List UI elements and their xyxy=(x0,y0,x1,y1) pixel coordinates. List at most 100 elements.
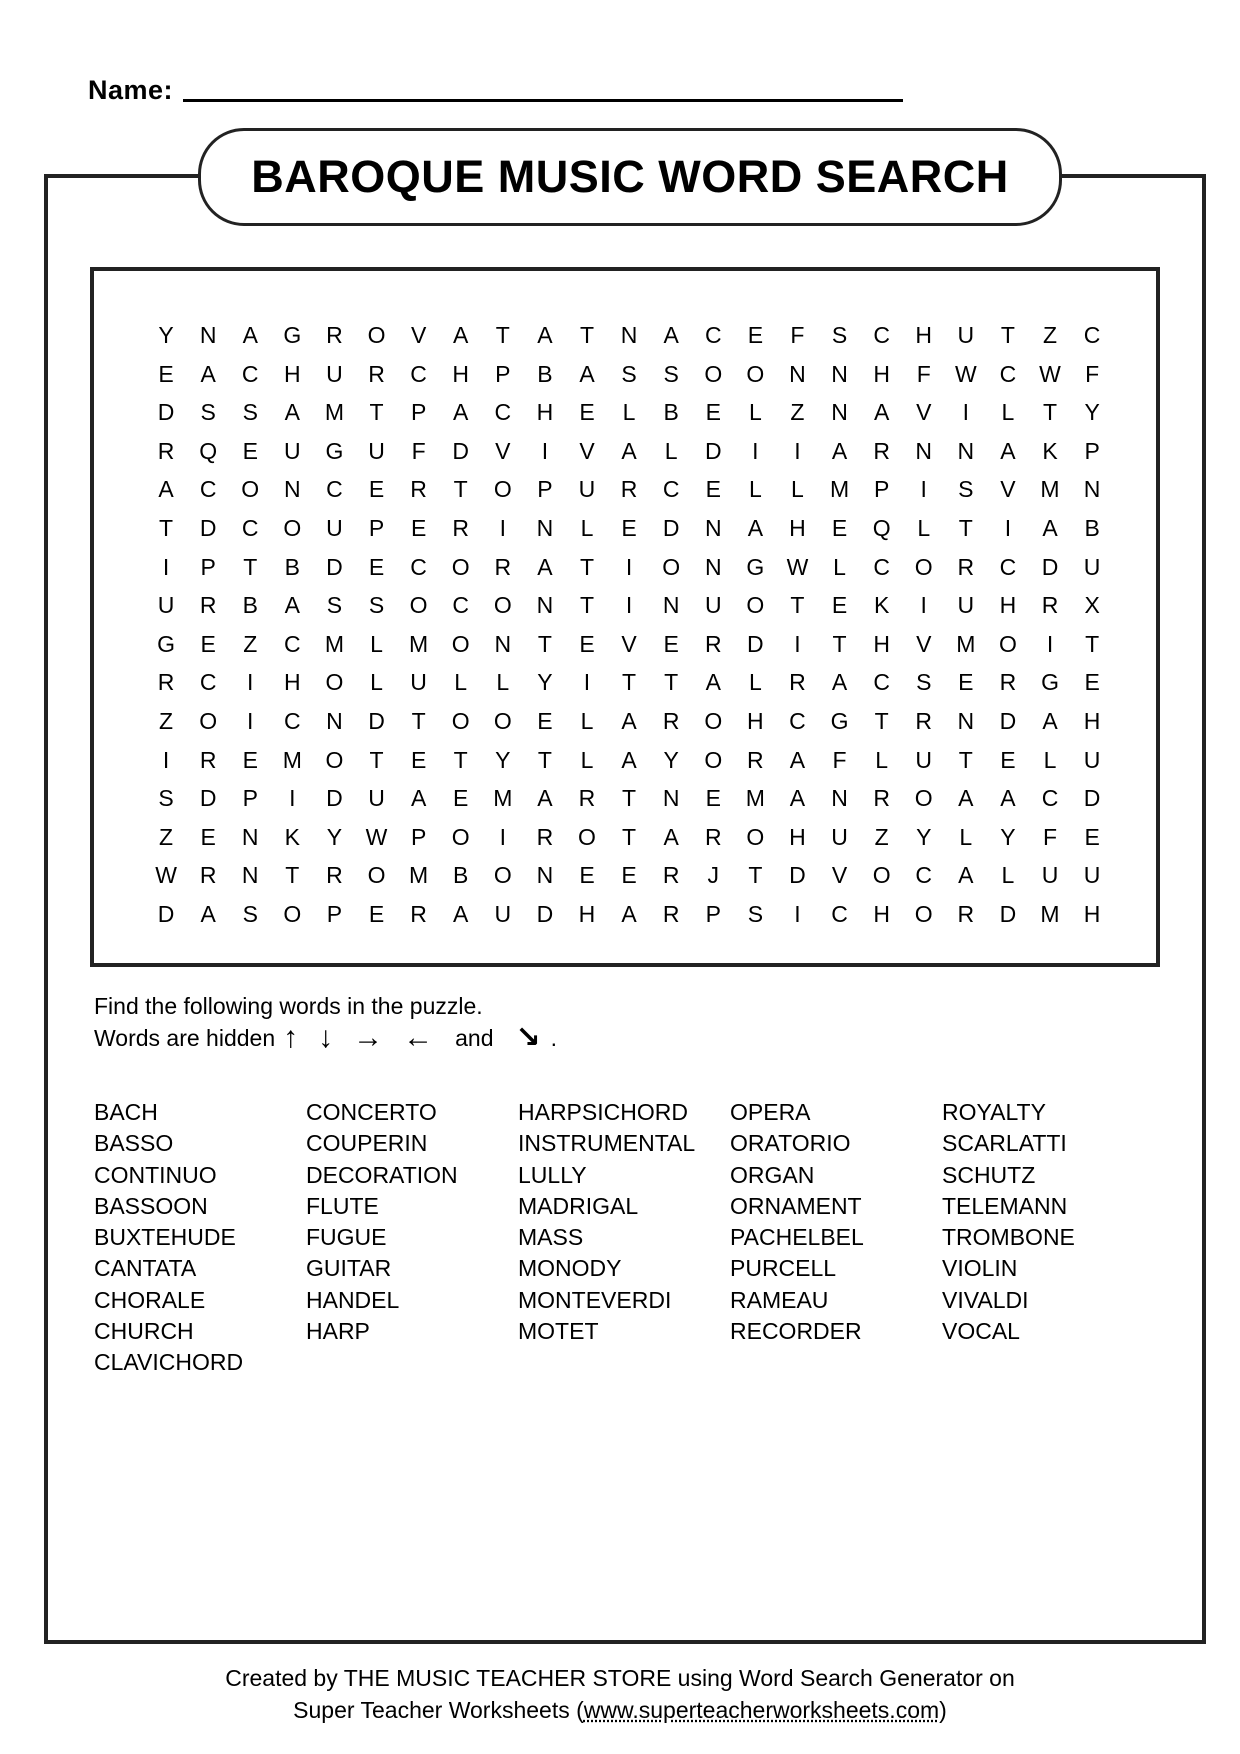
grid-cell[interactable]: H xyxy=(271,663,313,702)
grid-cell[interactable]: H xyxy=(861,355,903,394)
grid-cell[interactable]: E xyxy=(187,818,229,857)
grid-cell[interactable]: C xyxy=(861,548,903,587)
grid-cell[interactable]: D xyxy=(145,393,187,432)
grid-cell[interactable]: A xyxy=(945,779,987,818)
grid-cell[interactable]: N xyxy=(313,702,355,741)
grid-cell[interactable]: D xyxy=(1071,779,1113,818)
grid-cell[interactable]: Y xyxy=(1071,393,1113,432)
grid-cell[interactable]: H xyxy=(776,818,818,857)
grid-cell[interactable]: P xyxy=(1071,432,1113,471)
grid-cell[interactable]: E xyxy=(524,702,566,741)
grid-cell[interactable]: E xyxy=(650,625,692,664)
grid-cell[interactable]: C xyxy=(313,470,355,509)
grid-cell[interactable]: B xyxy=(650,393,692,432)
grid-cell[interactable]: N xyxy=(229,856,271,895)
grid-cell[interactable]: N xyxy=(482,625,524,664)
grid-cell[interactable]: P xyxy=(229,779,271,818)
grid-cell[interactable]: U xyxy=(355,779,397,818)
grid-cell[interactable]: I xyxy=(608,586,650,625)
grid-cell[interactable]: P xyxy=(187,548,229,587)
grid-cell[interactable]: N xyxy=(692,509,734,548)
grid-cell[interactable]: D xyxy=(524,895,566,934)
grid-cell[interactable]: D xyxy=(440,432,482,471)
grid-cell[interactable]: O xyxy=(271,895,313,934)
grid-cell[interactable]: A xyxy=(692,663,734,702)
grid-cell[interactable]: R xyxy=(145,432,187,471)
grid-cell[interactable]: S xyxy=(945,470,987,509)
grid-cell[interactable]: T xyxy=(566,316,608,355)
grid-cell[interactable]: F xyxy=(819,741,861,780)
grid-cell[interactable]: Y xyxy=(313,818,355,857)
grid-cell[interactable]: R xyxy=(734,741,776,780)
grid-cell[interactable]: H xyxy=(861,895,903,934)
grid-cell[interactable]: R xyxy=(313,856,355,895)
grid-cell[interactable]: I xyxy=(987,509,1029,548)
grid-cell[interactable]: C xyxy=(692,316,734,355)
grid-cell[interactable]: A xyxy=(734,509,776,548)
grid-cell[interactable]: S xyxy=(355,586,397,625)
grid-cell[interactable]: A xyxy=(187,895,229,934)
grid-cell[interactable]: L xyxy=(861,741,903,780)
grid-cell[interactable]: U xyxy=(945,586,987,625)
grid-cell[interactable]: C xyxy=(271,625,313,664)
grid-cell[interactable]: T xyxy=(482,316,524,355)
grid-cell[interactable]: C xyxy=(229,509,271,548)
grid-cell[interactable]: H xyxy=(987,586,1029,625)
grid-cell[interactable]: E xyxy=(566,625,608,664)
grid-cell[interactable]: A xyxy=(398,779,440,818)
grid-cell[interactable]: N xyxy=(819,393,861,432)
grid-cell[interactable]: R xyxy=(945,548,987,587)
grid-cell[interactable]: Z xyxy=(145,818,187,857)
grid-cell[interactable]: T xyxy=(819,625,861,664)
grid-cell[interactable]: O xyxy=(482,702,524,741)
grid-cell[interactable]: A xyxy=(271,393,313,432)
grid-cell[interactable]: I xyxy=(145,548,187,587)
grid-cell[interactable]: L xyxy=(903,509,945,548)
grid-cell[interactable]: N xyxy=(650,779,692,818)
grid-cell[interactable]: N xyxy=(945,432,987,471)
grid-cell[interactable]: L xyxy=(945,818,987,857)
grid-cell[interactable]: E xyxy=(229,741,271,780)
grid-cell[interactable]: C xyxy=(187,470,229,509)
grid-cell[interactable]: V xyxy=(903,393,945,432)
grid-cell[interactable]: T xyxy=(945,741,987,780)
grid-cell[interactable]: G xyxy=(819,702,861,741)
grid-cell[interactable]: E xyxy=(355,470,397,509)
grid-cell[interactable]: L xyxy=(987,393,1029,432)
grid-cell[interactable]: T xyxy=(440,470,482,509)
grid-cell[interactable]: U xyxy=(398,663,440,702)
grid-cell[interactable]: O xyxy=(271,509,313,548)
grid-cell[interactable]: I xyxy=(776,625,818,664)
grid-cell[interactable]: M xyxy=(313,393,355,432)
grid-cell[interactable]: U xyxy=(1071,741,1113,780)
grid-cell[interactable]: D xyxy=(1029,548,1071,587)
grid-cell[interactable]: V xyxy=(566,432,608,471)
grid-cell[interactable]: C xyxy=(271,702,313,741)
grid-cell[interactable]: T xyxy=(440,741,482,780)
grid-cell[interactable]: O xyxy=(861,856,903,895)
grid-cell[interactable]: A xyxy=(861,393,903,432)
grid-cell[interactable]: L xyxy=(776,470,818,509)
grid-cell[interactable]: S xyxy=(650,355,692,394)
grid-cell[interactable]: S xyxy=(229,895,271,934)
grid-cell[interactable]: D xyxy=(650,509,692,548)
grid-cell[interactable]: W xyxy=(945,355,987,394)
grid-cell[interactable]: T xyxy=(271,856,313,895)
grid-cell[interactable]: I xyxy=(271,779,313,818)
grid-cell[interactable]: O xyxy=(398,586,440,625)
grid-cell[interactable]: R xyxy=(398,470,440,509)
grid-cell[interactable]: O xyxy=(692,741,734,780)
grid-cell[interactable]: C xyxy=(187,663,229,702)
grid-cell[interactable]: L xyxy=(734,470,776,509)
grid-cell[interactable]: L xyxy=(355,663,397,702)
grid-cell[interactable]: U xyxy=(482,895,524,934)
grid-cell[interactable]: U xyxy=(566,470,608,509)
grid-cell[interactable]: O xyxy=(650,548,692,587)
grid-cell[interactable]: O xyxy=(734,818,776,857)
grid-cell[interactable]: S xyxy=(819,316,861,355)
footer-link[interactable]: www.superteacherworksheets.com xyxy=(584,1697,939,1723)
grid-cell[interactable]: A xyxy=(229,316,271,355)
grid-cell[interactable]: L xyxy=(987,856,1029,895)
grid-cell[interactable]: T xyxy=(398,702,440,741)
grid-cell[interactable]: A xyxy=(440,316,482,355)
